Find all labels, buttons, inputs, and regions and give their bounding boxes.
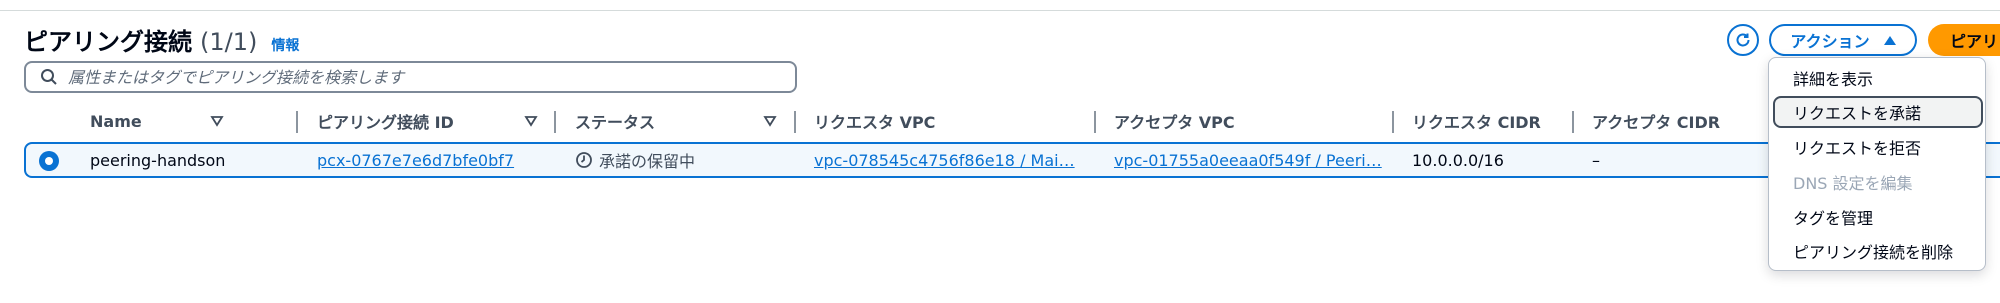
selection-count: (1/1)	[200, 28, 258, 56]
column-label: ステータス	[575, 113, 656, 132]
actions-button[interactable]: アクション	[1769, 24, 1917, 56]
column-header-name[interactable]: Name	[90, 104, 142, 138]
column-divider[interactable]	[794, 111, 796, 133]
column-label: リクエスタ CIDR	[1412, 113, 1541, 132]
actions-button-label: アクション	[1790, 32, 1870, 51]
page-header: ピアリング接続 (1/1) 情報	[24, 22, 299, 57]
sort-icon[interactable]	[210, 114, 224, 128]
column-divider[interactable]	[296, 111, 298, 133]
column-divider[interactable]	[554, 111, 556, 133]
column-label: アクセプタ VPC	[1114, 113, 1235, 132]
create-peering-button[interactable]: ピアリ	[1928, 24, 2000, 56]
column-label: Name	[90, 111, 142, 131]
refresh-icon	[1736, 33, 1750, 47]
column-label: ピアリング接続 ID	[317, 113, 454, 132]
column-divider[interactable]	[1572, 111, 1574, 133]
cell-name: peering-handson	[90, 150, 226, 170]
create-peering-label: ピアリ	[1950, 32, 1999, 51]
column-header-requester-cidr[interactable]: リクエスタ CIDR	[1412, 104, 1541, 138]
top-divider	[0, 10, 2000, 11]
radio-dot	[45, 157, 53, 165]
search-input[interactable]	[68, 65, 795, 89]
column-label: リクエスタ VPC	[814, 113, 936, 132]
actions-dropdown-menu: 詳細を表示 リクエストを承諾 リクエストを拒否 DNS 設定を編集 タグを管理 …	[1768, 57, 1986, 271]
clock-icon	[576, 152, 592, 168]
sort-icon[interactable]	[763, 114, 777, 128]
cell-peering-id-link[interactable]: pcx-0767e7e6d7bfe0bf7	[317, 144, 514, 176]
column-divider[interactable]	[1094, 111, 1096, 133]
column-header-accepter-vpc[interactable]: アクセプタ VPC	[1114, 104, 1235, 138]
menu-item-reject-request[interactable]: リクエストを拒否	[1773, 131, 1983, 163]
menu-item-manage-tags[interactable]: タグを管理	[1773, 201, 1983, 233]
sort-icon[interactable]	[524, 114, 538, 128]
column-divider[interactable]	[1392, 111, 1394, 133]
row-radio-selected[interactable]	[39, 151, 59, 171]
column-header-requester-vpc[interactable]: リクエスタ VPC	[814, 104, 935, 138]
cell-status: 承諾の保留中	[575, 144, 695, 176]
table-header: Name ピアリング接続 ID ステータス リクエスタ VPC アクセプタ VP…	[24, 104, 2000, 138]
cell-requester-vpc-link[interactable]: vpc-078545c4756f86e18 / Mai…	[814, 144, 1075, 176]
column-header-peering-id[interactable]: ピアリング接続 ID	[317, 104, 454, 138]
table-row[interactable]: peering-handson pcx-0767e7e6d7bfe0bf7 承諾…	[24, 142, 2000, 178]
search-field[interactable]	[24, 61, 797, 93]
caret-up-icon	[1883, 35, 1896, 45]
menu-item-accept-request[interactable]: リクエストを承諾	[1773, 96, 1983, 128]
column-label: アクセプタ CIDR	[1592, 113, 1721, 132]
page-title: ピアリング接続	[24, 28, 192, 56]
status-label: 承諾の保留中	[599, 152, 696, 171]
column-header-accepter-cidr[interactable]: アクセプタ CIDR	[1592, 104, 1720, 138]
search-icon	[41, 69, 57, 85]
refresh-button[interactable]	[1727, 24, 1759, 56]
menu-item-edit-dns: DNS 設定を編集	[1793, 174, 1913, 193]
column-header-status[interactable]: ステータス	[575, 104, 655, 138]
cell-accepter-vpc-link[interactable]: vpc-01755a0eeaa0f549f / Peeri…	[1114, 144, 1382, 176]
menu-item-view-details[interactable]: 詳細を表示	[1773, 62, 1983, 94]
cell-requester-cidr: 10.0.0.0/16	[1412, 150, 1504, 170]
cell-accepter-cidr: –	[1592, 150, 1600, 170]
info-link[interactable]: 情報	[271, 35, 299, 55]
menu-item-delete-peering[interactable]: ピアリング接続を削除	[1773, 235, 1983, 267]
